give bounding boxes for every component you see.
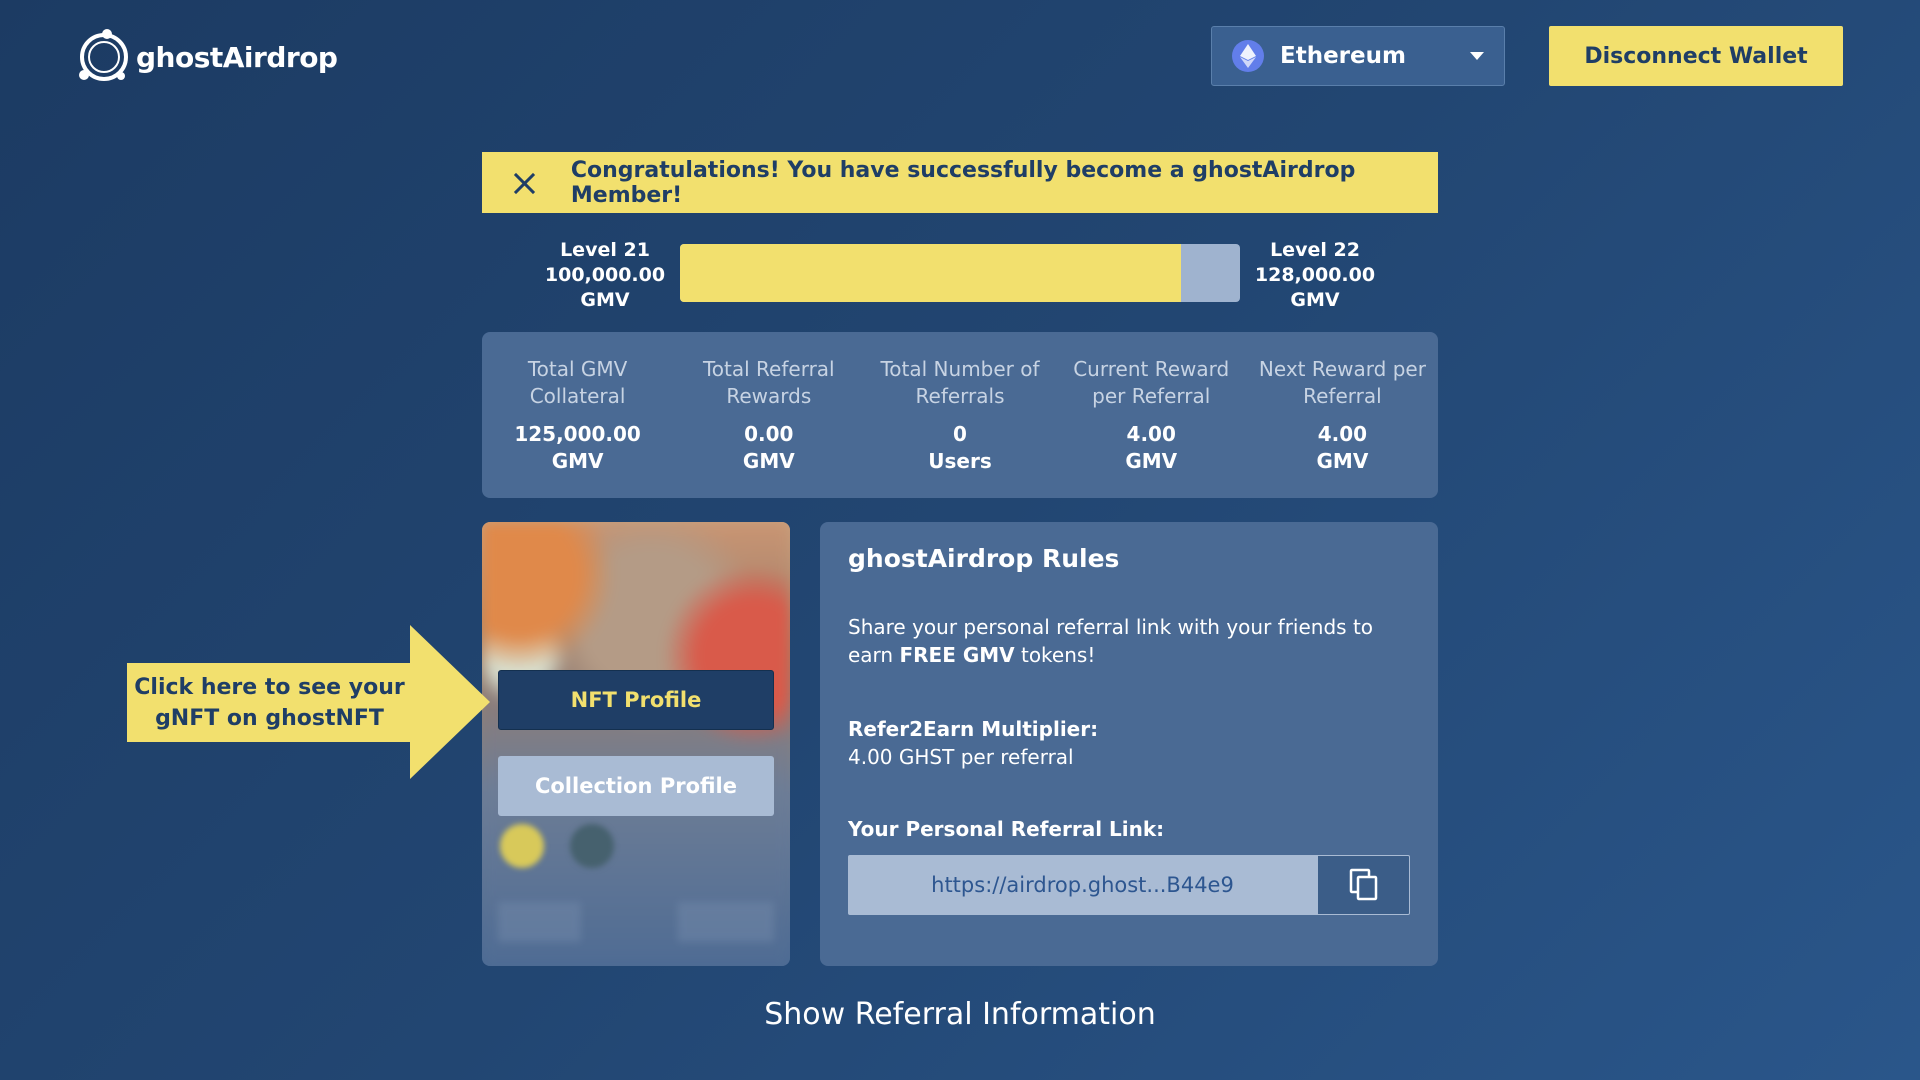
referral-link-label: Your Personal Referral Link: (848, 817, 1165, 841)
rules-title: ghostAirdrop Rules (848, 544, 1120, 573)
nft-profile-button[interactable]: NFT Profile (498, 670, 774, 730)
next-level-name: Level 22 (1270, 239, 1360, 261)
stat-value: 0 Users (864, 421, 1055, 475)
stat-amount: 4.00 (1317, 422, 1368, 446)
disconnect-wallet-button[interactable]: Disconnect Wallet (1549, 26, 1843, 86)
rules-desc-text: tokens! (1014, 643, 1096, 667)
multiplier-value: 4.00 GHST per referral (848, 745, 1074, 769)
stat-amount: 125,000.00 (514, 422, 641, 446)
stat-amount: 4.00 (1126, 422, 1176, 446)
stat-label: Total Number of Referrals (880, 357, 1040, 408)
stat-label: Total Referral Rewards (702, 357, 835, 408)
nft-badges (500, 824, 614, 868)
network-label: Ethereum (1280, 43, 1406, 69)
callout-text: Click here to see your gNFT on ghostNFT (134, 672, 404, 734)
stat-total-referrals: Total Number of Referrals 0 Users (864, 356, 1055, 498)
stat-value: 0.00 GMV (673, 421, 864, 475)
callout-arrow-icon (410, 625, 490, 779)
stat-total-gmv-collateral: Total GMV Collateral 125,000.00 GMV (482, 356, 673, 498)
stat-value: 4.00 GMV (1056, 421, 1247, 475)
nft-footer (498, 902, 774, 942)
ghost-logo-icon (79, 29, 128, 81)
collection-profile-button[interactable]: Collection Profile (498, 756, 774, 816)
callout-line: Click here to see your (134, 674, 405, 700)
stat-unit: GMV (742, 449, 795, 473)
stat-unit: GMV (1125, 449, 1178, 473)
next-level-amount: 128,000.00 (1254, 264, 1376, 286)
copy-icon (1349, 868, 1377, 901)
nft-badge (500, 824, 544, 868)
multiplier-label: Refer2Earn Multiplier: (848, 717, 1099, 741)
stat-amount: 0.00 (744, 422, 794, 446)
nft-callout: Click here to see your gNFT on ghostNFT (127, 663, 412, 742)
stat-amount: 0 (953, 422, 967, 446)
success-banner: Congratulations! You have successfully b… (482, 152, 1438, 213)
nft-badge (570, 824, 614, 868)
level-progress-bar (680, 244, 1240, 302)
stat-next-reward: Next Reward per Referral 4.00 GMV (1247, 356, 1438, 498)
banner-message: Congratulations! You have successfully b… (570, 157, 1356, 208)
logo[interactable]: ghostAirdrop (76, 26, 338, 88)
chevron-down-icon (1470, 52, 1484, 60)
stat-value: 125,000.00 GMV (482, 421, 673, 475)
copy-link-button[interactable] (1317, 855, 1410, 915)
current-level-unit: GMV (580, 289, 630, 311)
nft-card: NFT Profile Collection Profile (482, 522, 790, 966)
stat-unit: Users (928, 449, 992, 473)
current-level: Level 21 100,000.00 GMV (540, 238, 670, 313)
callout-line: gNFT on ghostNFT (155, 705, 384, 731)
stat-current-reward: Current Reward per Referral 4.00 GMV (1056, 356, 1247, 498)
next-level: Level 22 128,000.00 GMV (1250, 238, 1380, 313)
close-icon[interactable] (510, 169, 537, 197)
stat-total-referral-rewards: Total Referral Rewards 0.00 GMV (673, 356, 864, 498)
rules-desc-highlight: FREE GMV (899, 643, 1015, 667)
network-selector[interactable]: Ethereum (1211, 26, 1505, 86)
current-level-amount: 100,000.00 (544, 264, 666, 286)
show-referral-info-link[interactable]: Show Referral Information (0, 997, 1920, 1032)
referral-link-input[interactable] (848, 855, 1317, 915)
stat-label: Next Reward per Referral (1258, 357, 1426, 408)
stat-value: 4.00 GMV (1247, 421, 1438, 475)
rules-description: Share your personal referral link with y… (848, 613, 1410, 669)
stat-unit: GMV (1316, 449, 1369, 473)
stat-label: Total GMV Collateral (527, 357, 628, 408)
referral-link-row (848, 855, 1410, 915)
current-level-name: Level 21 (560, 239, 650, 261)
stat-label: Current Reward per Referral (1073, 357, 1230, 408)
ethereum-icon (1232, 40, 1264, 72)
next-level-unit: GMV (1290, 289, 1340, 311)
stats-panel: Total GMV Collateral 125,000.00 GMV Tota… (482, 332, 1438, 498)
nft-image (482, 522, 790, 966)
stat-unit: GMV (551, 449, 604, 473)
logo-text: ghostAirdrop (136, 40, 338, 74)
level-progress-fill (680, 244, 1182, 302)
rules-panel: ghostAirdrop Rules Share your personal r… (820, 522, 1438, 966)
